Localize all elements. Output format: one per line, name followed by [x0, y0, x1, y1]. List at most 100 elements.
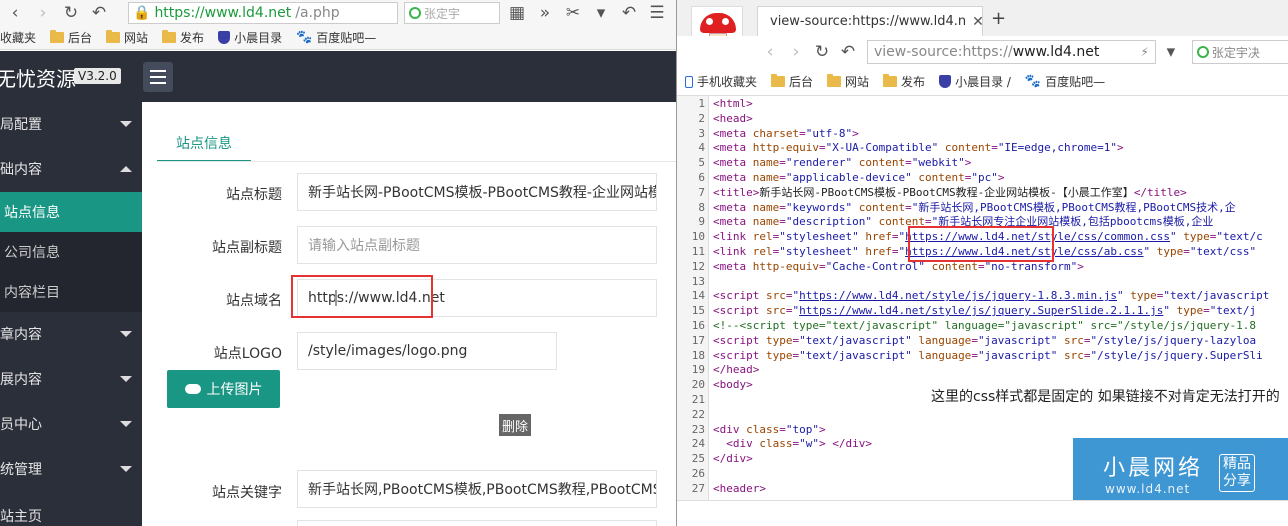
- menu-icon[interactable]: ☰: [646, 2, 668, 24]
- watermark-badge: 精品 分享: [1219, 454, 1255, 492]
- bookmark-backend[interactable]: 后台: [50, 29, 92, 46]
- reload-icon[interactable]: ↻: [60, 2, 82, 24]
- caret-down-icon: [120, 121, 132, 127]
- watermark: 小晨网络 www.ld4.net 精品 分享: [1073, 438, 1288, 500]
- forward-icon[interactable]: ›: [785, 41, 807, 63]
- reload-icon[interactable]: ↻: [811, 41, 833, 63]
- site-keywords-label: 站点关键字: [212, 485, 282, 501]
- line-number: 17: [691, 333, 705, 347]
- sidebar-item-articles[interactable]: 章内容: [0, 312, 142, 356]
- sidebar-item-basic-content[interactable]: 础内容: [0, 147, 142, 191]
- shield-icon: [218, 31, 231, 44]
- site-title-label: 站点标题: [226, 187, 282, 203]
- source-line[interactable]: <meta http-equiv="X-UA-Compatible" conte…: [713, 140, 1124, 155]
- caret-down-icon: [120, 376, 132, 382]
- address-bar[interactable]: 🔒 https://www.ld4.net/a.php: [128, 2, 398, 24]
- lightning-icon[interactable]: ⚡: [1140, 45, 1148, 59]
- chevron-down-icon[interactable]: ▾: [590, 2, 612, 24]
- upload-image-button[interactable]: 上传图片: [167, 370, 280, 408]
- search-box[interactable]: 张定宇: [404, 2, 500, 24]
- line-number: 22: [691, 407, 705, 421]
- search-box[interactable]: 张定宇决: [1191, 40, 1288, 64]
- source-line[interactable]: <script src="https://www.ld4.net/style/j…: [713, 303, 1256, 318]
- source-line[interactable]: <body>: [713, 377, 753, 392]
- back-icon[interactable]: ‹: [4, 2, 26, 24]
- tab-view-source[interactable]: view-source:https://www.ld4.n ✕: [757, 6, 983, 36]
- back-icon[interactable]: ‹: [759, 41, 781, 63]
- site-logo-input[interactable]: /style/images/logo.png: [297, 332, 557, 370]
- bookmark-site[interactable]: 网站: [106, 29, 148, 46]
- bookmark-publish[interactable]: 发布: [162, 29, 204, 46]
- source-line[interactable]: <!--<script type="text/javascript" langu…: [713, 318, 1256, 333]
- source-line[interactable]: <div class="top">: [713, 422, 826, 437]
- more-icon[interactable]: »: [534, 2, 556, 24]
- hamburger-icon: [150, 70, 166, 72]
- source-line[interactable]: <meta name="renderer" content="webkit">: [713, 155, 971, 170]
- undo-icon[interactable]: ↶: [88, 2, 110, 24]
- line-number: 15: [691, 304, 705, 318]
- folder-icon: [827, 74, 842, 87]
- sidebar-subitem-company-info[interactable]: 公司信息: [0, 232, 142, 272]
- sidebar-item-system[interactable]: 统管理: [0, 447, 142, 491]
- site-title-input[interactable]: 新手站长网-PBootCMS模板-PBootCMS教程-企业网站模: [297, 173, 657, 211]
- line-number: 7: [698, 185, 705, 199]
- caret-down-icon: [120, 466, 132, 472]
- chevron-down-icon[interactable]: ▾: [1160, 41, 1182, 63]
- sidebar-subitem-site-info[interactable]: 站点信息: [0, 192, 142, 232]
- bookmark-publish[interactable]: 发布: [883, 73, 925, 90]
- sidebar-item-homepage[interactable]: 站主页: [0, 494, 142, 526]
- phone-icon: [685, 75, 693, 88]
- next-input[interactable]: [297, 520, 657, 526]
- navigation-bar: ‹ › ↻ ↶ view-source:https://www.ld4.net …: [677, 36, 1288, 68]
- undo-history-icon[interactable]: ↶: [618, 2, 640, 24]
- tab-site-info[interactable]: 站点信息: [157, 126, 251, 162]
- undo-icon[interactable]: ↶: [837, 41, 859, 63]
- source-line[interactable]: <meta name="applicable-device" content="…: [713, 170, 1004, 185]
- line-number: 23: [691, 422, 705, 436]
- source-line[interactable]: <script type="text/javascript" language=…: [713, 348, 1263, 363]
- source-line[interactable]: <meta charset="utf-8">: [713, 126, 859, 141]
- bookmark-favorites[interactable]: 收藏夹: [0, 29, 36, 46]
- forward-icon[interactable]: ›: [32, 2, 54, 24]
- site-keywords-input[interactable]: 新手站长网,PBootCMS模板,PBootCMS教程,PBootCMS技: [297, 470, 657, 508]
- menu-toggle-button[interactable]: [143, 62, 173, 92]
- address-bar[interactable]: view-source:https://www.ld4.net ⚡: [867, 40, 1156, 64]
- line-number: 16: [691, 319, 705, 332]
- apps-grid-icon[interactable]: ▦: [506, 2, 528, 24]
- source-line[interactable]: <title>新手站长网-PBootCMS模板-PBootCMS教程-企业网站模…: [713, 185, 1187, 200]
- text-cursor: [335, 290, 337, 306]
- source-line[interactable]: </head>: [713, 362, 759, 377]
- source-line[interactable]: <script src="https://www.ld4.net/style/j…: [713, 288, 1269, 303]
- scissors-icon[interactable]: ✂: [562, 2, 584, 24]
- close-icon[interactable]: ✕: [972, 14, 982, 30]
- bookmark-site[interactable]: 网站: [827, 73, 869, 90]
- bookmark-tieba[interactable]: 🐾 百度贴吧—: [1025, 73, 1105, 90]
- source-line[interactable]: <meta name="keywords" content="新手站长网,PBo…: [713, 200, 1236, 215]
- source-line[interactable]: <html>: [713, 96, 753, 111]
- folder-icon: [50, 30, 65, 43]
- line-number: 21: [691, 393, 705, 406]
- line-number: 3: [698, 126, 705, 140]
- source-line[interactable]: <header>: [713, 481, 766, 496]
- caret-down-icon: [120, 421, 132, 427]
- sidebar-item-members[interactable]: 员中心: [0, 402, 142, 446]
- source-line[interactable]: <head>: [713, 111, 753, 126]
- delete-button[interactable]: 删除: [499, 414, 531, 436]
- source-line[interactable]: <script type="text/javascript" language=…: [713, 333, 1256, 348]
- source-line[interactable]: </div>: [713, 451, 753, 466]
- line-number: 26: [691, 467, 705, 480]
- sidebar-item-extension[interactable]: 展内容: [0, 357, 142, 401]
- sidebar-item-global-config[interactable]: 局配置: [0, 102, 142, 146]
- highlight-box-domain: [291, 275, 433, 318]
- bookmark-directory[interactable]: 小晨目录 /: [939, 73, 1011, 90]
- highlight-box-css-links: [908, 226, 1054, 262]
- bookmark-backend[interactable]: 后台: [771, 73, 813, 90]
- bookmark-tieba[interactable]: 🐾 百度贴吧—: [296, 29, 376, 46]
- site-subtitle-input[interactable]: 请输入站点副标题: [297, 226, 657, 264]
- sidebar-subitem-content-column[interactable]: 内容栏目: [0, 272, 142, 312]
- source-line[interactable]: <div class="w"> </div>: [713, 436, 872, 451]
- bookmark-directory[interactable]: 小晨目录: [218, 29, 282, 46]
- line-number: 27: [691, 481, 705, 495]
- new-tab-icon[interactable]: +: [991, 8, 1006, 29]
- bookmark-mobile[interactable]: 手机收藏夹: [685, 73, 757, 90]
